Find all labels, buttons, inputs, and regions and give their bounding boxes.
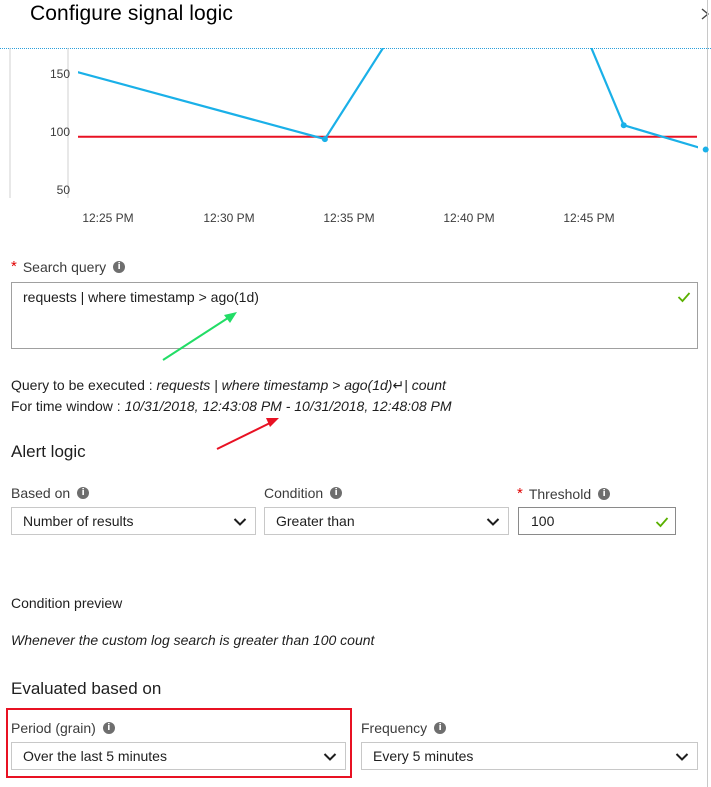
- chevron-down-icon: [486, 518, 500, 526]
- threshold-label-row: * Threshold i: [517, 485, 611, 502]
- based-on-label-row: Based on i: [11, 485, 90, 501]
- series-point: [321, 136, 328, 143]
- y-tick-label: 50: [57, 183, 71, 197]
- search-query-input[interactable]: requests | where timestamp > ago(1d): [11, 282, 698, 349]
- based-on-dropdown[interactable]: Number of results: [11, 507, 256, 535]
- based-on-value: Number of results: [23, 513, 134, 529]
- threshold-label: Threshold: [528, 485, 592, 502]
- period-dropdown[interactable]: Over the last 5 minutes: [11, 742, 346, 770]
- series-point: [702, 146, 709, 153]
- condition-dropdown[interactable]: Greater than: [264, 507, 509, 535]
- period-label: Period (grain): [11, 720, 96, 736]
- condition-preview-label: Condition preview: [11, 595, 123, 611]
- search-query-label: Search query: [22, 258, 107, 275]
- valid-check-icon: [655, 517, 669, 528]
- info-icon[interactable]: i: [330, 487, 343, 499]
- x-tick-label: 12:35 PM: [323, 211, 374, 225]
- evaluated-heading: Evaluated based on: [11, 679, 162, 698]
- chevron-down-icon: [675, 753, 689, 761]
- series-line: [78, 48, 698, 149]
- info-icon[interactable]: i: [77, 487, 90, 499]
- info-icon[interactable]: i: [113, 260, 126, 273]
- signal-chart: 150 100 50 12:25 PM 12:30 PM 12:35 PM 12:40 PM…: [0, 48, 711, 238]
- alert-logic-heading: Alert logic: [11, 442, 86, 461]
- info-icon[interactable]: i: [598, 487, 611, 500]
- query-executed-value: requests | where timestamp > ago(1d)↵| c…: [156, 377, 446, 393]
- time-window-value: 10/31/2018, 12:43:08 PM - 10/31/2018, 12…: [124, 398, 452, 414]
- blade-header: Configure signal logic: [0, 0, 711, 48]
- x-tick-label: 12:25 PM: [82, 211, 133, 225]
- chevron-down-icon: [233, 518, 247, 526]
- series-point: [620, 122, 627, 129]
- threshold-input[interactable]: 100: [518, 507, 676, 535]
- frequency-label: Frequency: [361, 720, 428, 736]
- search-query-value: requests | where timestamp > ago(1d): [23, 289, 259, 305]
- red-arrow-icon: [216, 418, 279, 450]
- valid-check-icon: [677, 292, 691, 303]
- frequency-dropdown[interactable]: Every 5 minutes: [361, 742, 698, 770]
- based-on-label: Based on: [11, 485, 71, 501]
- x-tick-label: 12:30 PM: [203, 211, 254, 225]
- condition-label-row: Condition i: [264, 485, 343, 501]
- time-window-prefix: For time window :: [11, 398, 121, 414]
- y-tick-label: 100: [50, 125, 70, 139]
- info-icon[interactable]: i: [102, 722, 115, 734]
- x-tick-label: 12:40 PM: [443, 211, 494, 225]
- query-executed-prefix: Query to be executed :: [11, 377, 153, 393]
- green-arrow-icon: [162, 312, 237, 361]
- page-title: Configure signal logic: [30, 2, 233, 25]
- condition-label: Condition: [264, 485, 324, 501]
- frequency-label-row: Frequency i: [361, 720, 447, 736]
- y-tick-label: 150: [50, 67, 70, 81]
- frequency-value: Every 5 minutes: [373, 748, 474, 764]
- condition-preview-text: Whenever the custom log search is greate…: [11, 632, 375, 648]
- chart-svg: 150 100 50 12:25 PM 12:30 PM 12:35 PM 12:40 PM…: [9, 48, 709, 225]
- required-mark: *: [517, 485, 523, 502]
- period-value: Over the last 5 minutes: [23, 748, 167, 764]
- search-query-label-row: * Search query i: [11, 258, 126, 275]
- required-mark: *: [11, 258, 17, 275]
- chevron-right-icon[interactable]: [697, 4, 711, 24]
- period-label-row: Period (grain) i: [11, 720, 115, 736]
- query-executed-line: Query to be executed : requests | where …: [11, 377, 446, 394]
- x-tick-label: 12:45 PM: [563, 211, 614, 225]
- condition-value: Greater than: [276, 513, 355, 529]
- info-icon[interactable]: i: [434, 722, 447, 734]
- chevron-down-icon: [323, 753, 337, 761]
- threshold-value: 100: [531, 513, 555, 529]
